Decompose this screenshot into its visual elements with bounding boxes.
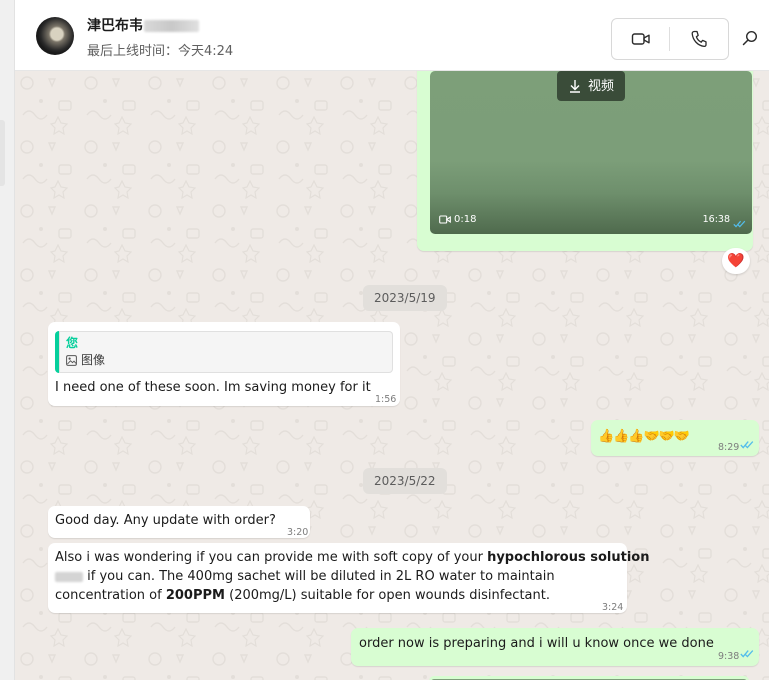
text-run-bold: hypochlorous solution — [487, 550, 650, 565]
voice-call-button[interactable] — [670, 19, 728, 59]
chat-header: 津巴布韦 最后上线时间：今天4:24 — [15, 0, 769, 71]
message-text: I need one of these soon. Im saving mone… — [55, 380, 371, 395]
read-ticks-icon — [733, 220, 746, 228]
quote-type-label: 图像 — [81, 353, 106, 367]
video-camera-icon — [631, 33, 650, 45]
message-text: Also i was wondering if you can provide … — [55, 548, 649, 605]
video-download-label: 视频 — [587, 78, 614, 94]
search-button[interactable] — [739, 27, 761, 49]
incoming-message[interactable]: Good day. Any update with order? 3:20 — [48, 506, 310, 538]
image-icon — [66, 355, 77, 366]
message-time: 3:20 — [287, 527, 309, 538]
video-small-icon — [439, 215, 451, 224]
incoming-reply-message[interactable]: 您 图像 I need one of these soon. Im saving… — [48, 322, 400, 406]
redacted-text — [55, 571, 83, 582]
text-run: (200mg/L) suitable for open wounds disin… — [224, 588, 550, 603]
message-time: 16:38 — [702, 214, 730, 225]
video-thumbnail[interactable]: 视频 0:18 16:38 — [430, 71, 752, 234]
next-message-peek[interactable] — [429, 676, 749, 680]
last-seen-status: 最后上线时间：今天4:24 — [87, 44, 234, 59]
text-run-bold: 200PPM — [165, 588, 225, 603]
incoming-long-message[interactable]: Also i was wondering if you can provide … — [48, 543, 649, 613]
redacted-name-part — [144, 20, 199, 32]
phone-icon — [691, 30, 707, 48]
chat-area[interactable]: 视频 0:18 16:38 ❤️ 2023/5/19 您 图像 I need o… — [15, 71, 769, 680]
download-icon — [569, 80, 580, 93]
quote-content: 图像 — [66, 351, 105, 370]
video-call-button[interactable] — [612, 19, 669, 59]
search-icon — [742, 30, 758, 46]
call-button-group — [611, 18, 729, 60]
date-divider: 2023/5/22 — [363, 468, 447, 494]
left-panel-edge — [0, 0, 15, 680]
read-ticks-icon — [740, 441, 754, 449]
text-run: Also i was wondering if you can provide … — [55, 550, 488, 565]
message-text: Good day. Any update with order? — [55, 513, 276, 528]
video-download-button[interactable]: 视频 — [557, 71, 625, 101]
heart-icon: ❤️ — [727, 253, 745, 269]
read-ticks-icon — [740, 650, 754, 658]
video-duration: 0:18 — [439, 210, 476, 229]
message-time: 9:38 — [718, 651, 740, 662]
message-time: 8:29 — [718, 442, 740, 453]
left-panel-handle[interactable] — [0, 120, 5, 186]
date-divider: 2023/5/19 — [363, 285, 447, 311]
whatsapp-window: 津巴布韦 最后上线时间：今天4:24 视频 0:18 16:38 ❤️ 2023… — [0, 0, 769, 680]
video-message[interactable]: 视频 0:18 16:38 — [417, 71, 753, 251]
text-run: if you can. The 400mg sachet will be dil… — [83, 569, 555, 584]
quoted-message[interactable]: 您 图像 — [55, 331, 393, 373]
outgoing-emoji-message[interactable]: 👍👍👍🤝🤝🤝 8:29 — [591, 420, 759, 456]
message-time: 1:56 — [375, 394, 397, 405]
text-run: concentration of — [55, 588, 166, 603]
heart-reaction[interactable]: ❤️ — [722, 248, 750, 274]
outgoing-message[interactable]: order now is preparing and i will u know… — [351, 628, 759, 666]
video-duration-text: 0:18 — [454, 214, 477, 225]
message-text: order now is preparing and i will u know… — [359, 636, 714, 651]
message-time: 3:24 — [602, 602, 624, 613]
message-text: 👍👍👍🤝🤝🤝 — [598, 429, 690, 444]
contact-name[interactable]: 津巴布韦 — [87, 15, 143, 35]
contact-avatar[interactable] — [36, 17, 74, 55]
